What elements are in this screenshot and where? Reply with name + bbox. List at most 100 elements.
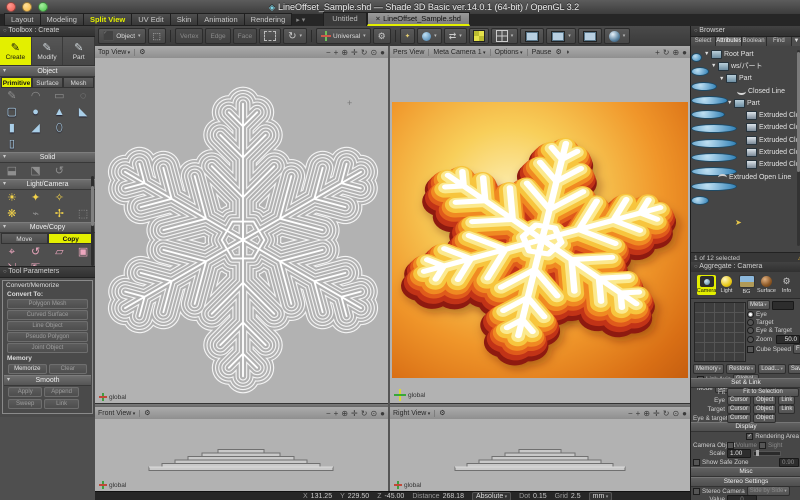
view-menu-icon[interactable]: ● [682, 47, 687, 58]
pause-button[interactable]: Pause [532, 49, 552, 56]
render-preview-button[interactable] [604, 28, 631, 44]
render-settings-icon[interactable]: ⚙ [555, 48, 561, 56]
set-link-header[interactable]: Set & Link [691, 378, 800, 388]
fit-icon[interactable]: ⊙ [370, 408, 377, 419]
display-header[interactable]: Display [691, 422, 800, 432]
unit-dropdown[interactable]: mm [589, 492, 613, 500]
tool-settings-button[interactable] [373, 28, 391, 44]
stereo-camera-checkbox[interactable] [693, 488, 700, 495]
visibility-dot[interactable] [691, 53, 702, 62]
disc-primitive-icon[interactable]: ⬯ [48, 121, 72, 135]
tree-item[interactable]: Extruded Closed [702, 146, 798, 158]
aggregate-tab[interactable]: BG [737, 274, 756, 296]
object-type-tab[interactable]: Surface [32, 77, 63, 88]
camera-memory-button[interactable]: Restore [726, 364, 756, 374]
box-primitive-icon[interactable]: ▢ [0, 105, 24, 119]
move-copy-tab[interactable]: Move [1, 233, 48, 244]
tree-item[interactable]: ▼ Root Part [702, 48, 798, 60]
tree-item[interactable]: Extruded Open Line [702, 171, 798, 183]
flood-light-icon[interactable]: ✢ [48, 207, 72, 221]
texture-display-button[interactable] [578, 28, 602, 44]
coord-mode-dropdown[interactable]: Absolute [472, 492, 511, 500]
visibility-dot[interactable] [691, 196, 709, 205]
pan-icon[interactable]: ✛ [351, 47, 358, 58]
pen-tool-icon[interactable]: ✎ [0, 89, 24, 103]
cone-primitive-icon[interactable]: ▲ [48, 105, 72, 119]
zoom-out-icon[interactable]: − [326, 408, 331, 419]
toolbox-header[interactable]: Toolbox : Create [0, 26, 95, 37]
edge-mode-button[interactable]: Edge [205, 28, 230, 44]
eye-radio[interactable] [747, 311, 754, 318]
tree-item[interactable]: ▼ ws/パート [702, 60, 798, 72]
shaded-display-button[interactable] [546, 28, 576, 44]
translate-copy-icon[interactable]: ⌖ [0, 245, 24, 259]
right-view-canvas[interactable]: global [390, 419, 690, 491]
convert-button[interactable]: Joint Object [7, 343, 88, 353]
aggregate-tab[interactable]: Info [777, 275, 796, 295]
expand-arrow-icon[interactable]: ▼ [711, 63, 716, 69]
volume-checkbox[interactable] [727, 442, 734, 449]
memory-button[interactable]: Clear [49, 364, 88, 374]
magnify-icon[interactable]: ⊕ [643, 408, 650, 419]
tree-item[interactable]: ▼ Part [702, 97, 798, 109]
move-copy-section-header[interactable]: Move/Copy [0, 222, 95, 233]
vertex-mode-button[interactable]: Vertex [175, 28, 203, 44]
view-menu-icon[interactable]: ● [380, 47, 385, 58]
top-view-label[interactable]: Top View [98, 49, 135, 56]
tree-item[interactable]: Closed Line [702, 85, 798, 97]
convert-button[interactable]: Polygon Mesh [7, 299, 88, 309]
target-object-button[interactable]: Object [753, 405, 776, 414]
tree-item[interactable]: Extruded Closed [702, 109, 798, 121]
safe-zone-field[interactable]: 0.90 [779, 458, 799, 467]
smooth-button[interactable]: Link [44, 399, 78, 409]
sweep-icon[interactable]: ↺ [48, 164, 72, 178]
magnify-icon[interactable]: ⊕ [672, 47, 679, 58]
target-link-button[interactable]: Link [778, 405, 795, 414]
magnify-icon[interactable]: ⊕ [341, 47, 348, 58]
world-mode-button[interactable] [417, 28, 442, 44]
solid-section-header[interactable]: Solid [0, 152, 95, 163]
rendering-area-checkbox[interactable] [746, 433, 753, 440]
front-view-canvas[interactable]: global [95, 419, 388, 491]
front-view-label[interactable]: Front View [98, 410, 140, 417]
workspace-tab[interactable]: Modeling [40, 13, 83, 26]
rect-line-tool-icon[interactable]: ▭ [48, 89, 72, 103]
eyetarget-object-button[interactable]: Object [753, 414, 776, 423]
camera-memory-button[interactable]: Memory [693, 364, 724, 374]
tree-item[interactable]: Extruded Closed [702, 159, 798, 171]
meta-dropdown[interactable]: Meta [747, 300, 770, 310]
zoom-radio[interactable] [747, 336, 754, 343]
workspace-tab[interactable]: Rendering [244, 13, 293, 26]
four-view-button[interactable] [469, 28, 489, 44]
area-light-icon[interactable]: ❋ [0, 207, 24, 221]
top-view-canvas[interactable]: + global [95, 58, 388, 403]
tree-item[interactable]: ▼ Part [702, 73, 798, 85]
options-dropdown[interactable]: Options [495, 49, 528, 56]
extrude-icon[interactable]: ⬔ [24, 164, 48, 178]
boolean-union-icon[interactable]: ⬓ [0, 164, 24, 178]
view-settings-icon[interactable]: ⚙ [144, 409, 150, 417]
cylinder-primitive-icon[interactable]: ▮ [0, 121, 24, 135]
zoom-in-icon[interactable]: + [334, 47, 339, 58]
fit-icon[interactable]: ⊙ [370, 47, 377, 58]
pers-view-canvas[interactable]: global [390, 58, 690, 403]
move-copy-tab[interactable]: Copy [48, 233, 95, 244]
magnify-icon[interactable]: ⊕ [341, 408, 348, 419]
workspace-tab[interactable]: Layout [4, 13, 40, 26]
meta-value-field[interactable] [772, 301, 794, 310]
zoom-out-icon[interactable]: − [326, 47, 331, 58]
tab-overflow-controls[interactable]: ▸ ▾ [296, 16, 305, 24]
tube-primitive-icon[interactable]: ▯ [0, 137, 24, 151]
smooth-button[interactable]: Sweep [8, 399, 42, 409]
light-camera-section-header[interactable]: Light/Camera [0, 179, 95, 190]
zoom-in-icon[interactable]: + [636, 408, 641, 419]
tool-parameters-header[interactable]: Tool Parameters [0, 267, 95, 278]
workspace-tab[interactable]: Split View [83, 13, 131, 26]
pers-view-label[interactable]: Pers View [393, 49, 429, 56]
rotate-copy-icon[interactable]: ↺ [24, 245, 48, 259]
point-light-icon[interactable]: ☀ [0, 191, 24, 205]
scale-copy-icon[interactable]: ▱ [48, 245, 72, 259]
object-type-tab[interactable]: Primitive [1, 77, 32, 88]
marquee-select-button[interactable] [259, 28, 281, 44]
camera-tool-button[interactable] [148, 28, 167, 44]
